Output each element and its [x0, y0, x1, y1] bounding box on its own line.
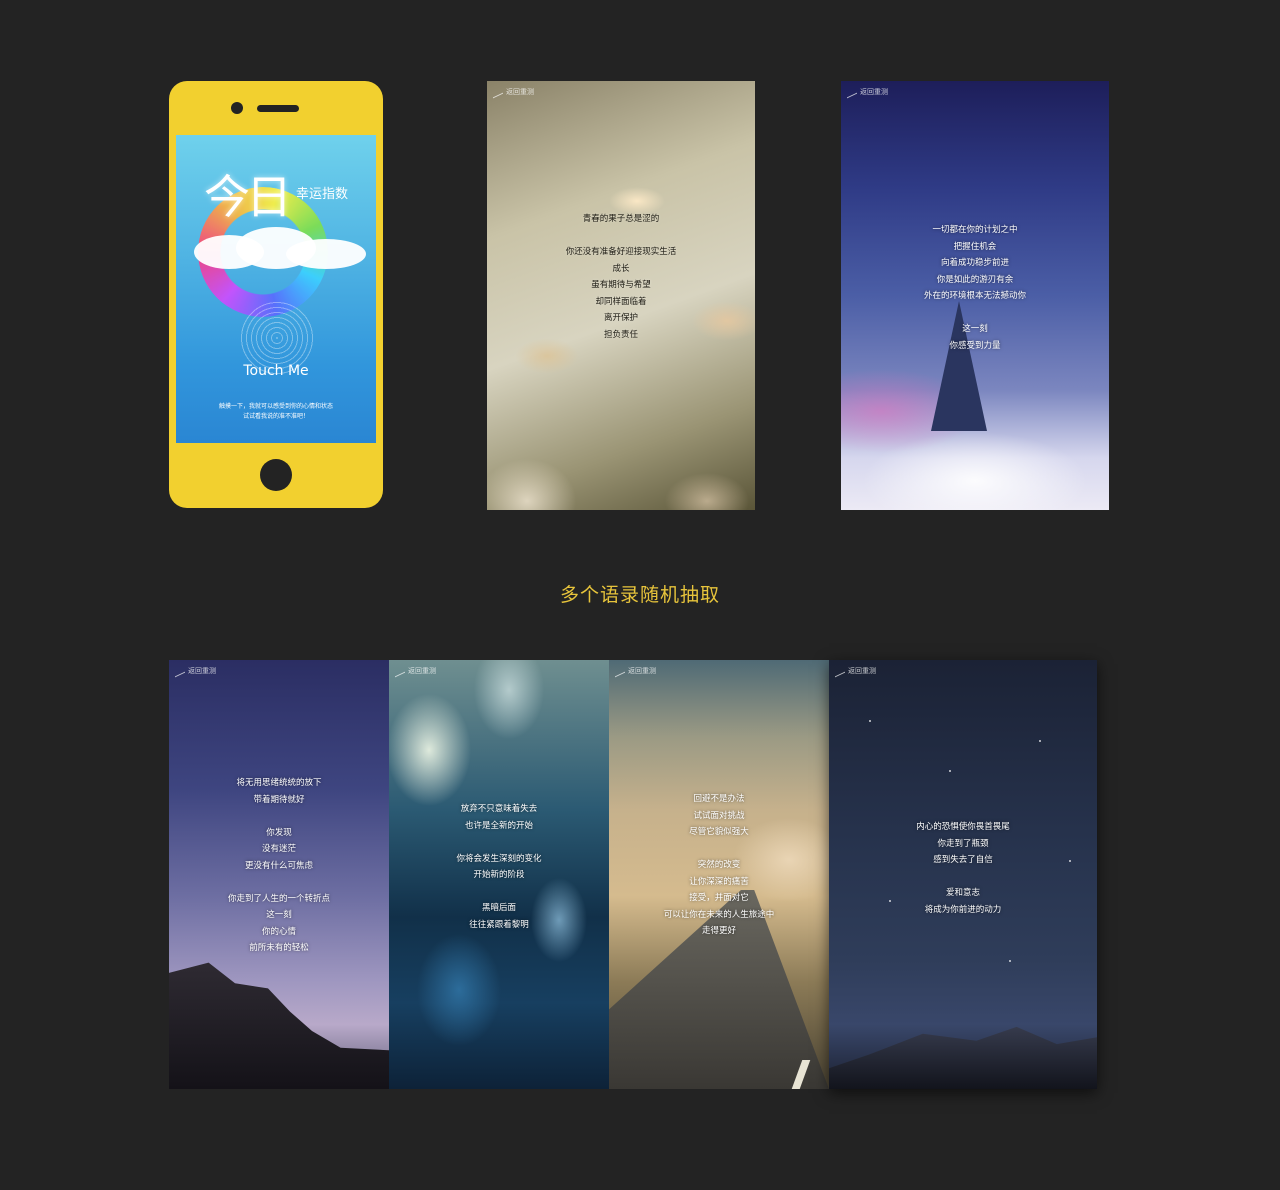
back-icon [615, 665, 625, 677]
phone-mockup: 今日 幸运指数 Touch Me 触摸一下，我就可以感受到你的心情和状态 试试看… [169, 81, 383, 508]
quote-text: 青春的果子总是涩的 你还没有准备好迎接现实生活 成长 虽有期待与希望 却同样面临着 离开保… [565, 214, 677, 340]
back-icon [847, 86, 857, 98]
speaker-icon [257, 105, 299, 112]
back-button[interactable]: 返回重测 [395, 665, 436, 677]
back-button[interactable]: 返回重测 [847, 86, 888, 98]
back-button[interactable]: 返回重测 [493, 86, 534, 98]
phone-screen: 今日 幸运指数 Touch Me 触摸一下，我就可以感受到你的心情和状态 试试看… [176, 135, 376, 443]
quote-text: 回避不是办法 试试面对挑战 尽管它貌似强大 突然的改变 让你深深的痛苦 接受，并面对它 可以… [663, 794, 775, 936]
touch-me-button[interactable]: Touch Me [176, 363, 376, 379]
quote-text: 一切都在你的计划之中 把握住机会 向着成功稳步前进 你是如此的游刃有余 外在的环境根本无… [923, 225, 1026, 351]
back-button[interactable]: 返回重测 [175, 665, 216, 677]
quote-text: 将无用思绪统统的放下 带着期待就好 你发现 没有迷茫 更没有什么可焦虑 你走到了人生的一个… [227, 778, 330, 953]
result-card-1: 返回重测 青春的果子总是涩的 你还没有准备好迎接现实生活 成长 虽有期待与希望 却同样面… [487, 81, 755, 510]
app-title: 今日 [204, 170, 292, 224]
result-card-4: 返回重测 放弃不只意味着失去 也许是全新的开始 你将会发生深刻的变化 开始新的阶段 黑暗… [389, 660, 609, 1089]
back-icon [493, 86, 503, 98]
cloud-icon [286, 239, 366, 269]
result-card-6: 返回重测 内心的恐惧使你畏首畏尾 你走到了瓶颈 感到失去了自信 爱和意志 将成为你前进的… [829, 660, 1097, 1089]
mountain-silhouette [829, 1026, 1097, 1089]
quote-text: 内心的恐惧使你畏首畏尾 你走到了瓶颈 感到失去了自信 爱和意志 将成为你前进的动力 [916, 822, 1010, 915]
home-button[interactable] [260, 459, 292, 491]
hint-text: 触摸一下，我就可以感受到你的心情和状态 [218, 403, 333, 410]
result-card-3: 返回重测 将无用思绪统统的放下 带着期待就好 你发现 没有迷茫 更没有什么可焦虑 你走到了… [169, 660, 389, 1089]
back-button[interactable]: 返回重测 [615, 665, 656, 677]
back-icon [395, 665, 405, 677]
hint-text: 试试看我说的准不准吧！ [242, 413, 309, 420]
back-icon [835, 665, 845, 677]
camera-icon [231, 102, 243, 114]
result-card-2: 返回重测 一切都在你的计划之中 把握住机会 向着成功稳步前进 你是如此的游刃有余 外在的… [841, 81, 1109, 510]
result-card-5: 返回重测 回避不是办法 试试面对挑战 尽管它貌似强大 突然的改变 让你深深的痛苦 接受，并… [609, 660, 829, 1089]
quote-text: 放弃不只意味着失去 也许是全新的开始 你将会发生深刻的变化 开始新的阶段 黑暗后面 往往紧… [456, 804, 542, 930]
section-title: 多个语录随机抽取 [559, 584, 720, 606]
back-icon [175, 665, 185, 677]
back-button[interactable]: 返回重测 [835, 665, 876, 677]
cliff-silhouette [169, 962, 389, 1089]
app-subtitle: 幸运指数 [296, 187, 349, 202]
